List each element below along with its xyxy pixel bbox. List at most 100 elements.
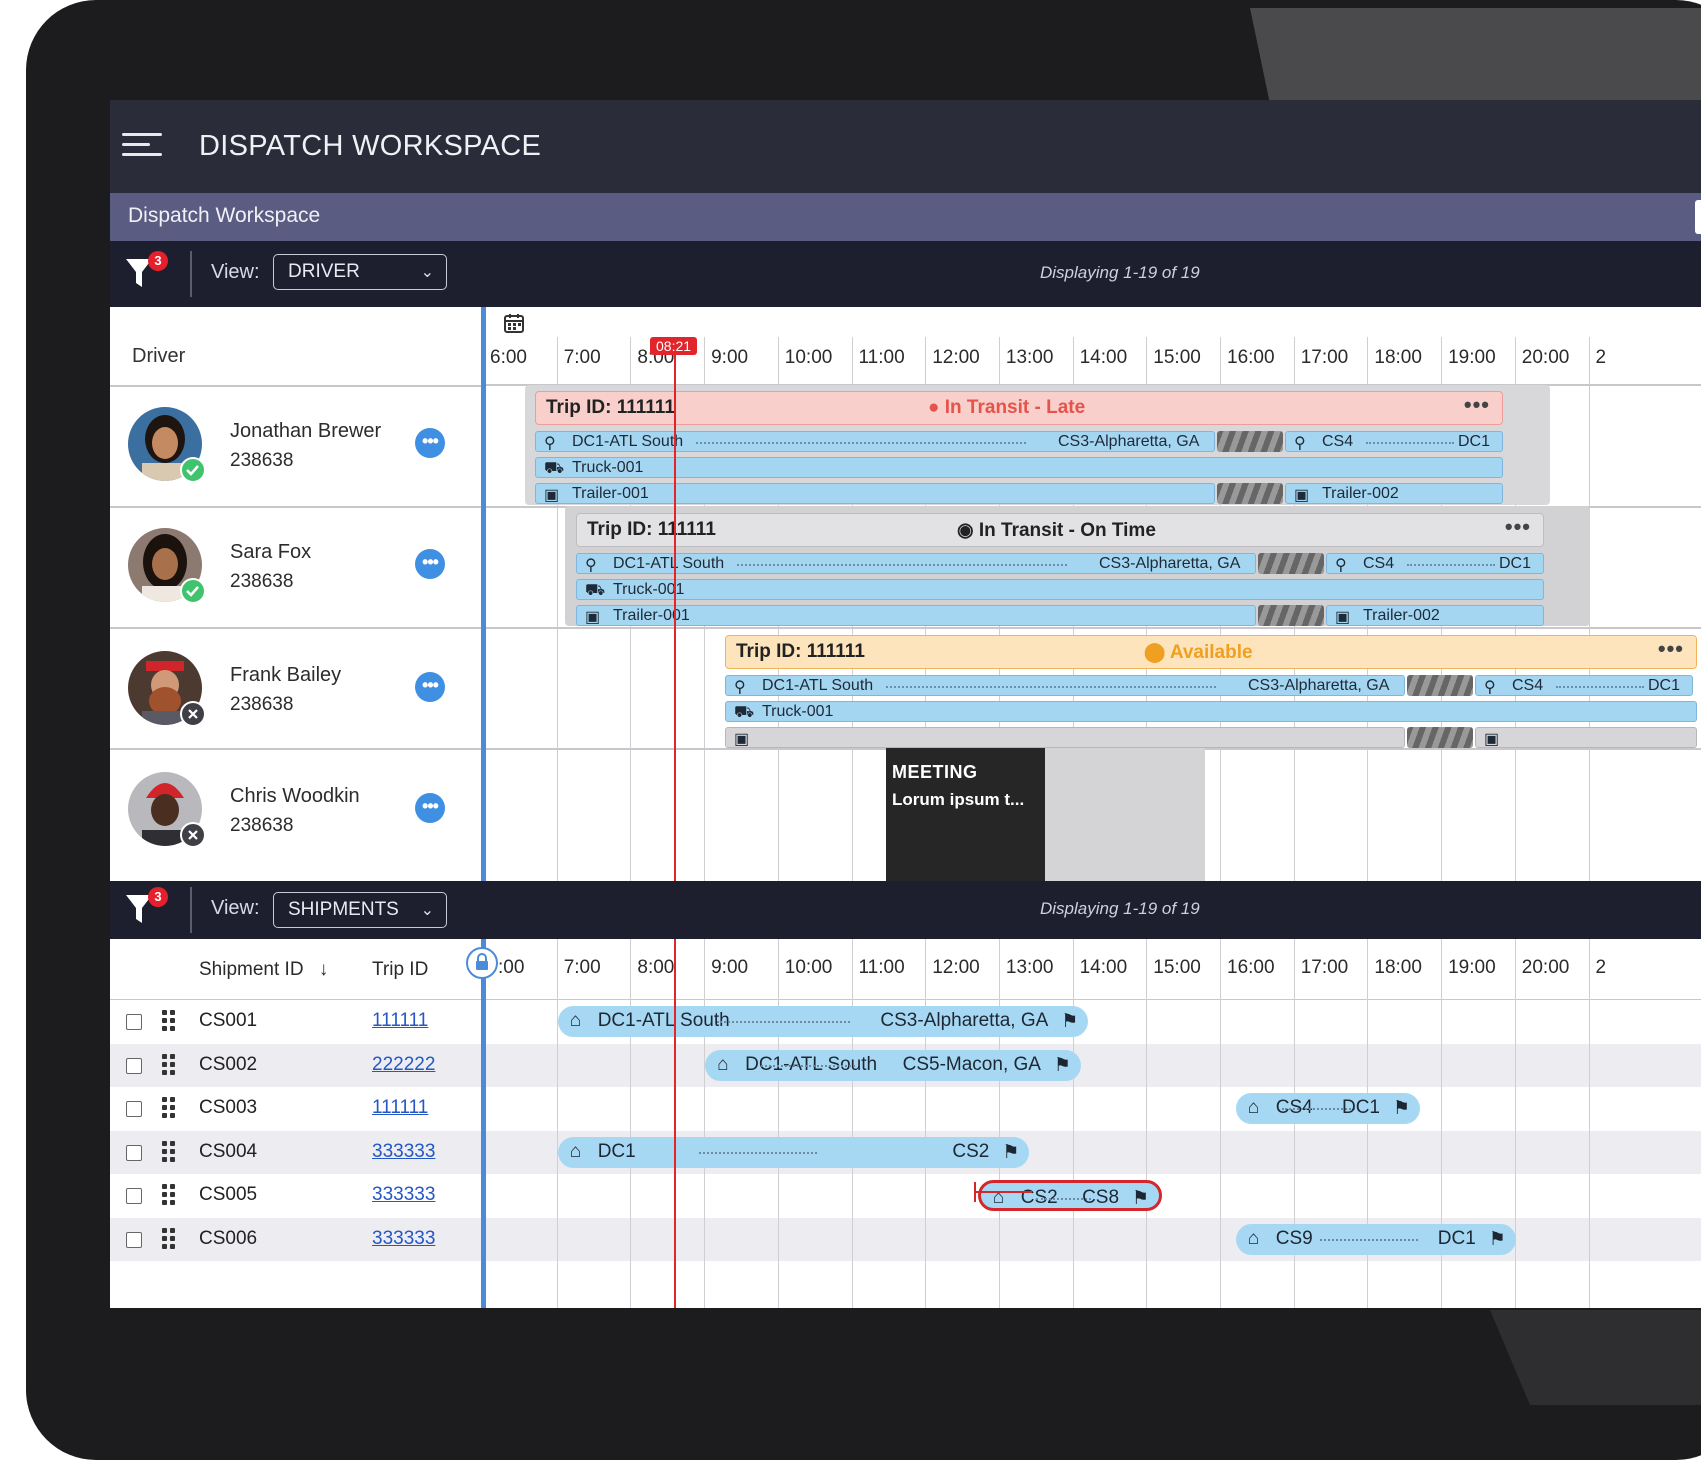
row-checkbox[interactable] — [126, 1057, 142, 1074]
trip-id-header[interactable]: Trip ID — [372, 959, 428, 981]
calendar-icon[interactable] — [503, 312, 525, 334]
trailer-bar[interactable]: ▣ Trailer-001 — [535, 483, 1215, 504]
trailer-icon: ▣ — [1294, 487, 1310, 504]
row-checkbox[interactable] — [126, 1144, 142, 1161]
drag-handle-icon[interactable] — [162, 1010, 176, 1032]
trip-id-link[interactable]: 333333 — [372, 1141, 435, 1163]
layover-block — [1258, 605, 1324, 626]
shipment-id-header[interactable]: Shipment ID ↓ — [199, 959, 328, 981]
time-tick-label: 14:00 — [1079, 957, 1128, 978]
trip-id-link[interactable]: 111111 — [372, 1010, 428, 1032]
route-bar[interactable]: ⚲ DC1-ATL South CS3-Alpharetta, GA — [576, 553, 1256, 574]
filter-button[interactable]: 3 — [124, 887, 168, 931]
trip-header[interactable]: Trip ID: 111111 ⬤ Available ••• — [725, 635, 1697, 669]
constraint-marker-cap — [974, 1182, 976, 1202]
time-tick-label: 20:00 — [1521, 957, 1570, 978]
driver-more-button[interactable]: ••• — [415, 793, 445, 823]
driver-more-button[interactable]: ••• — [415, 428, 445, 458]
trip-more-icon[interactable]: ••• — [1464, 392, 1490, 418]
trip-status: ● In Transit - Late — [928, 397, 1086, 418]
trip-header[interactable]: Trip ID: 111111 ◉ In Transit - On Time •… — [576, 513, 1544, 547]
meeting-block[interactable]: MEETING Lorum ipsum t... — [886, 748, 1045, 881]
layover-block — [1407, 675, 1473, 696]
filter-button[interactable]: 3 — [124, 251, 168, 295]
route-bar[interactable]: ⚲ DC1-ATL South CS3-Alpharetta, GA — [535, 431, 1215, 452]
time-tick-label: 10:00 — [784, 347, 833, 368]
table-row[interactable]: CS003 111111 — [110, 1087, 1701, 1130]
shipment-bar[interactable]: ⌂ CS4 DC1 ⚑ — [1235, 1093, 1420, 1124]
time-tick-label: 19:00 — [1448, 957, 1496, 978]
time-tick-label: 9:00 — [711, 347, 749, 368]
shipment-id: CS003 — [199, 1097, 258, 1118]
trip-header[interactable]: Trip ID: 111111 ● In Transit - Late ••• — [535, 391, 1503, 425]
displaying-count: Displaying 1-19 of 19 — [1040, 899, 1200, 918]
subbar-action-button[interactable] — [1695, 200, 1701, 234]
shipment-bar[interactable]: ⌂ CS9 DC1 ⚑ — [1235, 1223, 1516, 1255]
drag-handle-icon[interactable] — [162, 1097, 176, 1119]
driver-more-button[interactable]: ••• — [415, 672, 445, 702]
time-tick-label: 18:00 — [1374, 347, 1422, 368]
row-checkbox[interactable] — [126, 1014, 142, 1030]
view-select[interactable]: SHIPMENTS ⌄ — [273, 892, 447, 928]
route-from: CS4 — [1363, 555, 1395, 572]
row-checkbox[interactable] — [126, 1188, 142, 1204]
driver-id: 238638 — [230, 571, 294, 592]
chevron-down-icon: ⌄ — [420, 902, 434, 919]
trip-more-icon[interactable]: ••• — [1658, 636, 1684, 662]
drag-handle-icon[interactable] — [162, 1140, 176, 1163]
menu-icon[interactable] — [122, 133, 162, 159]
home-icon: ⌂ — [717, 1053, 729, 1075]
trailer-bar[interactable]: ▣ Trailer-002 — [1326, 605, 1544, 626]
trip-id-label: Trip ID: 111111 — [736, 641, 865, 662]
timeline-left-rail — [481, 307, 486, 881]
grid-line — [777, 939, 779, 1308]
lock-icon[interactable] — [466, 947, 498, 979]
drag-handle-icon[interactable] — [162, 1053, 176, 1076]
trailer-bar[interactable]: ▣ Trailer-002 — [1285, 483, 1503, 504]
table-row[interactable]: CS005 333333 — [110, 1174, 1701, 1217]
route-to: CS2 — [952, 1140, 990, 1162]
shipment-bar[interactable]: ⌂ DC1-ATL South CS5-Macon, GA ⚑ — [705, 1049, 1081, 1081]
trip-id-link[interactable]: 222222 — [372, 1054, 435, 1076]
trip-id-link[interactable]: 333333 — [372, 1228, 435, 1250]
trip-id-link[interactable]: 111111 — [372, 1097, 428, 1119]
screen-glare — [1250, 8, 1701, 104]
shipment-bar[interactable]: ⌂ CS2 CS8 ⚑ — [977, 1180, 1163, 1211]
trip-id-link[interactable]: 333333 — [372, 1184, 435, 1206]
trailer-slot-empty[interactable]: ▣ — [1475, 727, 1697, 748]
trip-card[interactable]: Trip ID: 111111 ◉ In Transit - On Time •… — [576, 513, 1544, 626]
route-bar[interactable]: ⚲ CS4 DC1 — [1475, 675, 1693, 696]
route-bar[interactable]: ⚲ CS4 DC1 — [1285, 431, 1503, 452]
driver-column-label: Driver — [132, 345, 186, 367]
route-bar[interactable]: ⚲ CS4 DC1 — [1326, 553, 1544, 574]
drag-handle-icon[interactable] — [162, 1184, 176, 1206]
trip-status: ⬤ Available — [1144, 642, 1253, 663]
row-checkbox[interactable] — [126, 1231, 142, 1248]
view-select-value: DRIVER — [288, 261, 360, 282]
time-tick-label: 12:00 — [932, 347, 980, 368]
route-to: CS3-Alpharetta, GA — [1248, 677, 1390, 694]
time-tick-label: 7:00 — [563, 347, 601, 368]
shipment-bar[interactable]: ⌂ DC1 CS2 ⚑ — [557, 1136, 1030, 1168]
trailer-slot-empty[interactable]: ▣ — [725, 727, 1405, 748]
row-checkbox[interactable] — [126, 1101, 142, 1117]
truck-bar[interactable]: ⛟ Truck-001 — [576, 579, 1544, 600]
driver-toolbar: 3 View: DRIVER ⌄ Displaying 1-19 of 19 — [110, 241, 1701, 307]
view-select[interactable]: DRIVER ⌄ — [273, 254, 447, 290]
driver-id: 238638 — [230, 694, 294, 715]
time-tick-label: 9:00 — [711, 957, 749, 978]
grid-line — [1072, 939, 1074, 1308]
route-bar[interactable]: ⚲ DC1-ATL South CS3-Alpharetta, GA — [725, 675, 1405, 696]
truck-bar[interactable]: ⛟ Truck-001 — [725, 701, 1697, 722]
route-to: CS3-Alpharetta, GA — [1099, 555, 1241, 572]
app-screen: DISPATCH WORKSPACE Dispatch Workspace 3 … — [110, 100, 1701, 1308]
breadcrumb-bar: Dispatch Workspace — [110, 193, 1701, 241]
trip-more-icon[interactable]: ••• — [1505, 514, 1531, 540]
trailer-bar[interactable]: ▣ Trailer-001 — [576, 605, 1256, 626]
trip-card[interactable]: Trip ID: 111111 ● In Transit - Late ••• … — [535, 391, 1503, 504]
truck-bar[interactable]: ⛟ Truck-001 — [535, 457, 1503, 478]
driver-more-button[interactable]: ••• — [415, 549, 445, 579]
drag-handle-icon[interactable] — [162, 1227, 176, 1250]
trip-card[interactable]: Trip ID: 111111 ⬤ Available ••• ⚲ DC1-AT… — [725, 635, 1697, 748]
shipment-bar[interactable]: ⌂ DC1-ATL South CS3-Alpharetta, GA ⚑ — [557, 1006, 1089, 1037]
